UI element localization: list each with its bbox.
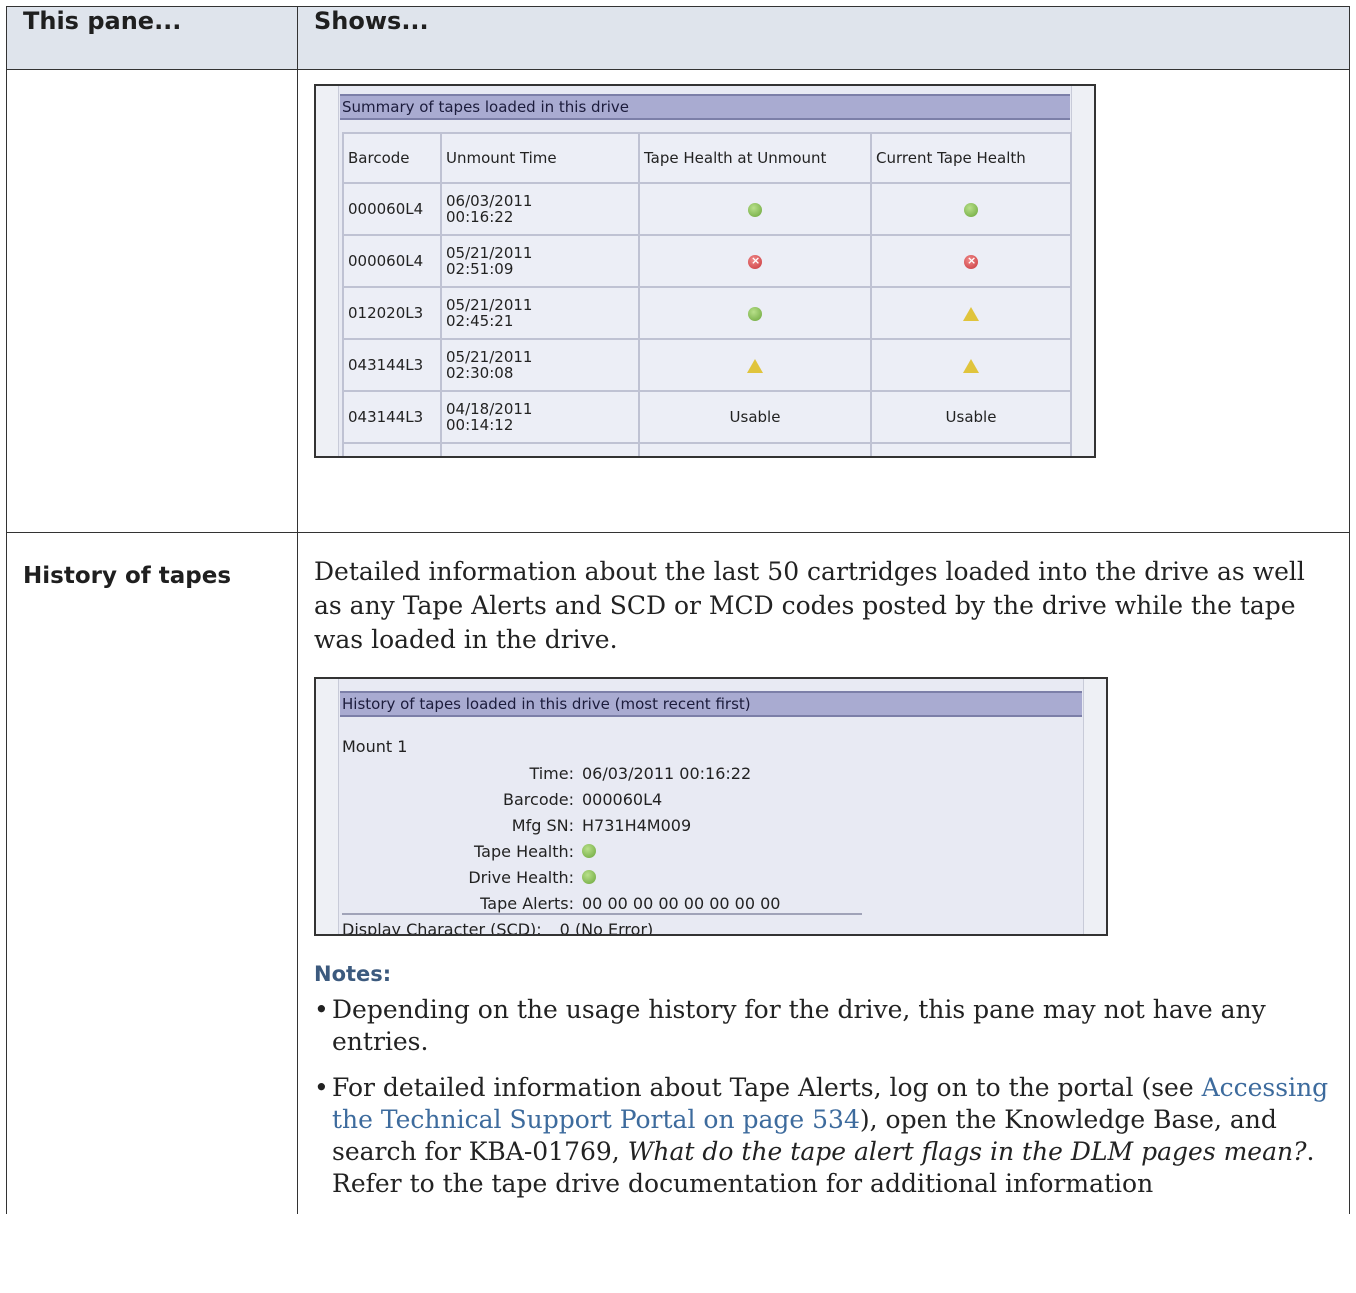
ok-icon [582,870,596,884]
ok-icon [748,202,762,217]
table-header-row: This pane... Shows... [6,6,1350,70]
table-row: 000060L4 06/03/2011 00:16:22 [342,182,1072,236]
table-row: 012020L3 05/21/2011 02:45:21 [342,286,1072,340]
health-current-text: Usable [870,390,1072,444]
note-item: • Depending on the usage history for the … [314,995,1266,1056]
notes-heading: Notes: [314,962,392,986]
header-shows: Shows... [297,6,1350,70]
note-item: • For detailed information about Tape Ale… [314,1073,1329,1198]
warning-icon [747,358,763,373]
shows-cell: Summary of tapes loaded in this drive Ba… [297,69,1350,533]
mount-label: Mount 1 [342,737,408,756]
col-barcode: Barcode [342,132,442,184]
history-title: History of tapes loaded in this drive (m… [340,691,1082,717]
ok-icon [748,306,762,321]
barcode: 012020L3 [342,286,442,340]
table-row: History of tapes Detailed information ab… [6,532,1350,1214]
unmount-time: 05/21/2011 02:45:21 [440,286,640,340]
unmount-time: 06/03/2011 00:16:22 [440,182,640,236]
col-current-tape-health: Current Tape Health [870,132,1072,184]
unmount-time: 05/21/2011 02:51:09 [440,234,640,288]
pane-cell-empty [6,69,298,533]
pane-name: History of tapes [23,563,232,589]
unmount-time: 04/18/2011 00:14:12 [440,390,640,444]
table-row: 043144L3 04/18/2011 00:14:12 Usable Usabl… [342,390,1072,444]
barcode: 043144L3 [342,338,442,392]
warning-icon [963,306,979,321]
table-row: 043144L3 05/21/2011 02:30:08 [342,338,1072,392]
summary-title: Summary of tapes loaded in this drive [340,94,1070,120]
table-row: 000060L4 05/21/2011 02:51:09 [342,234,1072,288]
table-row: Summary of tapes loaded in this drive Ba… [6,69,1350,533]
ok-icon [964,202,978,217]
history-screenshot: History of tapes loaded in this drive (m… [314,677,1108,936]
history-details: Mount 1 Time: 06/03/2011 00:16:22 Barcode… [342,737,781,936]
col-tape-health-unmount: Tape Health at Unmount [638,132,872,184]
barcode: 043144L3 [342,390,442,444]
document-table: This pane... Shows... Summary of tapes l… [6,6,1350,1214]
warning-icon [963,358,979,373]
col-unmount-time: Unmount Time [440,132,640,184]
health-unmount-text: Usable [638,390,872,444]
summary-screenshot: Summary of tapes loaded in this drive Ba… [314,84,1096,458]
error-icon [964,254,978,269]
summary-table: Barcode Unmount Time Tape Health at Unmo… [342,132,1072,456]
barcode: 000060L4 [342,182,442,236]
ok-icon [582,844,596,858]
barcode: 000060L4 [342,234,442,288]
summary-header-row: Barcode Unmount Time Tape Health at Unmo… [342,132,1072,184]
unmount-time: 05/21/2011 02:30:08 [440,338,640,392]
pane-description: Detailed information about the last 50 c… [314,557,1305,654]
error-icon [748,254,762,269]
header-pane: This pane... [6,6,298,70]
